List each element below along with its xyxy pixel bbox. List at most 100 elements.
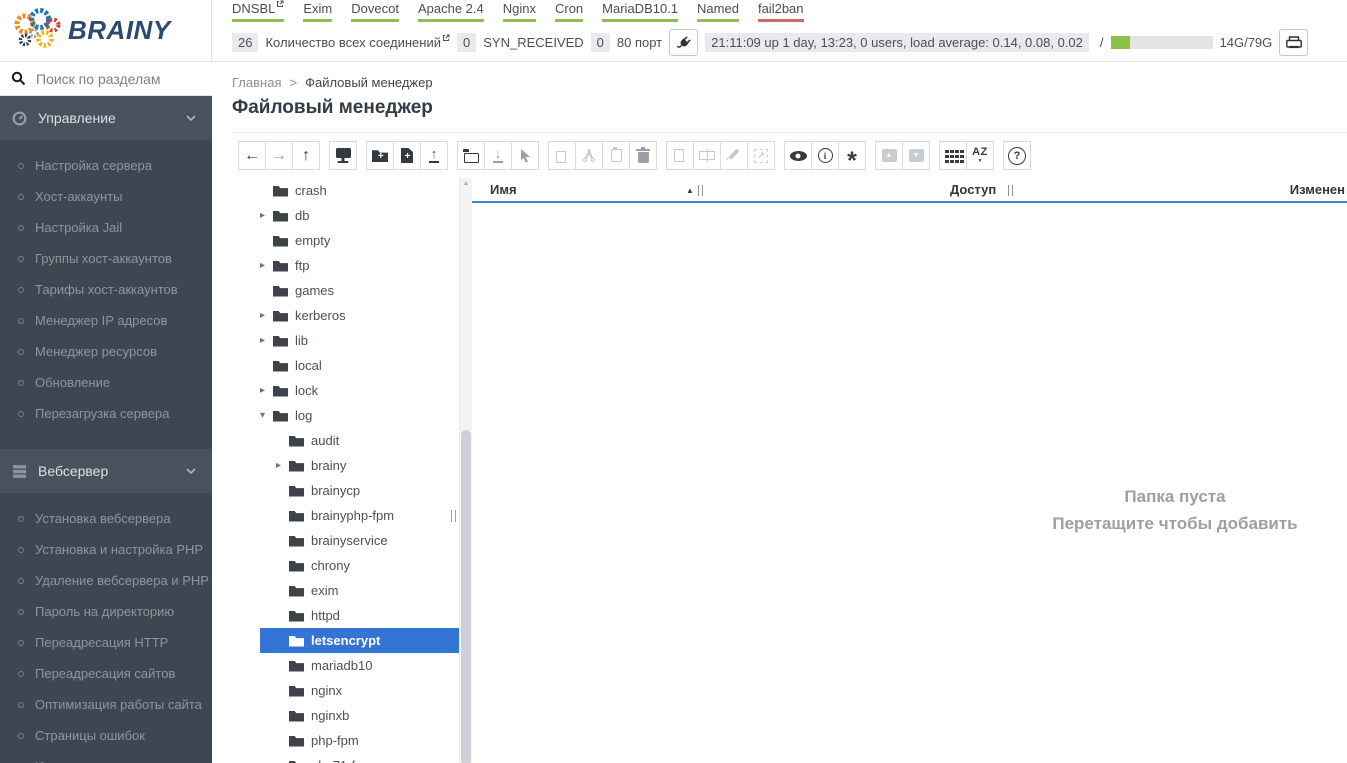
edit-button[interactable] bbox=[720, 141, 748, 170]
sort-alpha-button[interactable]: AZ ▼ bbox=[966, 141, 994, 170]
nav-link-named[interactable]: Named bbox=[697, 1, 739, 22]
tree-item[interactable]: ftp bbox=[260, 253, 459, 278]
archive-extract-button[interactable]: ▼ bbox=[902, 141, 930, 170]
sidebar-item-error-pages[interactable]: Страницы ошибок bbox=[0, 720, 212, 751]
sidebar-section-upravlenie[interactable]: Управление bbox=[0, 96, 212, 140]
up-button[interactable]: ↑ bbox=[292, 141, 320, 170]
tree-item[interactable]: php71-fpm bbox=[260, 753, 459, 763]
cut-button[interactable] bbox=[575, 141, 603, 170]
brainy-logo[interactable]: BRAINY bbox=[0, 0, 212, 61]
rename-button[interactable] bbox=[693, 141, 721, 170]
tree-item[interactable]: brainy bbox=[260, 453, 459, 478]
nav-link-mariadb[interactable]: MariaDB10.1 bbox=[602, 1, 679, 22]
sidebar-item-resource-manager[interactable]: Менеджер ресурсов bbox=[0, 336, 212, 367]
sidebar-item-jail[interactable]: Настройка Jail bbox=[0, 212, 212, 243]
expand-icon[interactable] bbox=[260, 260, 273, 271]
tree-item[interactable]: nginx bbox=[260, 678, 459, 703]
delete-button[interactable] bbox=[629, 141, 657, 170]
tree-item[interactable]: audit bbox=[260, 428, 459, 453]
sidebar-item-php-setup[interactable]: Установка и настройка PHP bbox=[0, 534, 212, 565]
expand-icon[interactable] bbox=[276, 460, 289, 471]
preview-button[interactable] bbox=[784, 141, 812, 170]
expand-icon[interactable] bbox=[260, 310, 273, 321]
tree-item[interactable]: nginxb bbox=[260, 703, 459, 728]
tree-item[interactable]: exim bbox=[260, 578, 459, 603]
sidebar-item-host-accounts[interactable]: Хост-аккаунты bbox=[0, 181, 212, 212]
tree-item[interactable]: games bbox=[260, 278, 459, 303]
column-header-access[interactable]: Доступ bbox=[950, 182, 996, 197]
collapse-icon[interactable] bbox=[260, 410, 273, 421]
expand-icon[interactable] bbox=[260, 210, 273, 221]
sidebar-item-reboot[interactable]: Перезагрузка сервера bbox=[0, 398, 212, 429]
extract-to-button[interactable]: ↗ bbox=[747, 141, 775, 170]
tree-item[interactable]: lib bbox=[260, 328, 459, 353]
nav-link-cron[interactable]: Cron bbox=[554, 1, 584, 22]
tree-item[interactable]: mariadb10 bbox=[260, 653, 459, 678]
sidebar-section-webserver[interactable]: Вебсервер bbox=[0, 449, 212, 493]
tree-item[interactable]: lock bbox=[260, 378, 459, 403]
nav-link-apache[interactable]: Apache 2.4 bbox=[417, 1, 484, 22]
tree-item[interactable]: brainyphp-fpm bbox=[260, 503, 459, 528]
connections-plug-button[interactable] bbox=[669, 29, 699, 56]
duplicate-button[interactable] bbox=[666, 141, 694, 170]
tree-item[interactable]: brainyservice bbox=[260, 528, 459, 553]
archive-compress-button[interactable]: ▲ bbox=[875, 141, 903, 170]
nav-link-dovecot[interactable]: Dovecot bbox=[351, 1, 399, 22]
copy-button[interactable] bbox=[548, 141, 576, 170]
remote-connection-button[interactable] bbox=[329, 141, 357, 170]
new-file-button[interactable]: + bbox=[393, 141, 421, 170]
sidebar-item-individual[interactable]: Индивидуальная bbox=[0, 751, 212, 763]
tree-item[interactable]: empty bbox=[260, 228, 459, 253]
tree-item[interactable]: crash bbox=[260, 178, 459, 203]
scrollbar-thumb[interactable] bbox=[461, 430, 471, 763]
nav-link-exim[interactable]: Exim bbox=[303, 1, 333, 22]
sidebar-item-update[interactable]: Обновление bbox=[0, 367, 212, 398]
back-button[interactable]: ← bbox=[238, 141, 266, 170]
nav-link-fail2ban[interactable]: fail2ban bbox=[757, 1, 804, 22]
forward-button[interactable]: → bbox=[265, 141, 293, 170]
breadcrumb-home[interactable]: Главная bbox=[232, 75, 281, 90]
sidebar-item-host-groups[interactable]: Группы хост-аккаунтов bbox=[0, 243, 212, 274]
search-input[interactable] bbox=[36, 70, 196, 87]
tree-item[interactable]: log bbox=[260, 403, 459, 428]
sidebar-item-ip-manager[interactable]: Менеджер IP адресов bbox=[0, 305, 212, 336]
column-header-name[interactable]: Имя bbox=[490, 182, 517, 197]
download-button[interactable]: ↓ bbox=[484, 141, 512, 170]
tree-item[interactable]: local bbox=[260, 353, 459, 378]
tree-item-selected[interactable]: letsencrypt bbox=[260, 628, 459, 653]
disk-details-button[interactable] bbox=[1279, 29, 1309, 56]
sidebar-item-http-redirect[interactable]: Переадресация HTTP bbox=[0, 627, 212, 658]
scroll-up-arrow-icon[interactable]: ▲ bbox=[460, 178, 472, 190]
sidebar-item-site-redirect[interactable]: Переадресация сайтов bbox=[0, 658, 212, 689]
sidebar-item-webserver-remove[interactable]: Удаление вебсервера и PHP bbox=[0, 565, 212, 596]
grid-view-button[interactable] bbox=[939, 141, 967, 170]
paste-button[interactable] bbox=[602, 141, 630, 170]
upload-button[interactable]: ↑ bbox=[420, 141, 448, 170]
sidebar-item-dir-password[interactable]: Пароль на директорию bbox=[0, 596, 212, 627]
tree-item[interactable]: brainycp bbox=[260, 478, 459, 503]
sidebar-search[interactable] bbox=[0, 62, 212, 96]
tree-scrollbar[interactable]: ▲ bbox=[459, 178, 472, 763]
help-button[interactable]: ? bbox=[1003, 141, 1031, 170]
expand-icon[interactable] bbox=[260, 385, 273, 396]
info-button[interactable]: i bbox=[811, 141, 839, 170]
sidebar-item-site-optimization[interactable]: Оптимизация работы сайта bbox=[0, 689, 212, 720]
panel-resize-handle[interactable] bbox=[451, 510, 456, 522]
tree-item[interactable]: php-fpm bbox=[260, 728, 459, 753]
permissions-button[interactable]: * bbox=[838, 141, 866, 174]
tree-item[interactable]: kerberos bbox=[260, 303, 459, 328]
sidebar-item-webserver-install[interactable]: Установка вебсервера bbox=[0, 503, 212, 534]
tree-item[interactable]: db bbox=[260, 203, 459, 228]
sidebar-item-host-tariffs[interactable]: Тарифы хост-аккаунтов bbox=[0, 274, 212, 305]
connections-label[interactable]: Количество всех соединений bbox=[265, 34, 450, 50]
expand-icon[interactable] bbox=[260, 335, 273, 346]
column-resize-handle[interactable] bbox=[698, 185, 703, 196]
tree-item[interactable]: httpd bbox=[260, 603, 459, 628]
nav-link-dnsbl[interactable]: DNSBL bbox=[232, 0, 285, 22]
column-resize-handle[interactable] bbox=[1008, 185, 1013, 196]
open-folder-button[interactable] bbox=[457, 141, 485, 170]
new-folder-button[interactable]: + bbox=[366, 141, 394, 170]
column-header-modified[interactable]: Изменен bbox=[1290, 182, 1345, 197]
sidebar-item-server-settings[interactable]: Настройка сервера bbox=[0, 150, 212, 181]
tree-item[interactable]: chrony bbox=[260, 553, 459, 578]
